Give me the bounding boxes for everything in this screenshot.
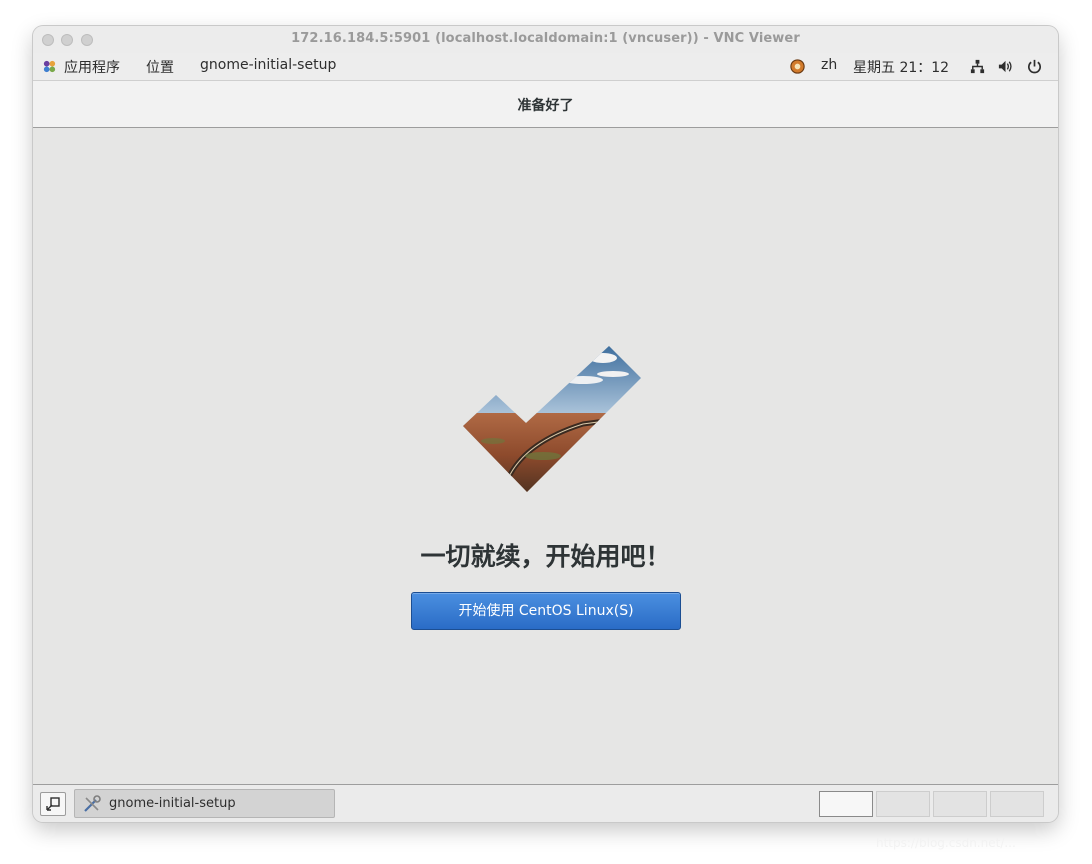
show-desktop-button[interactable] bbox=[40, 792, 66, 816]
start-using-button[interactable]: 开始使用 CentOS Linux(S) bbox=[411, 592, 681, 630]
bottom-panel: gnome-initial-setup bbox=[33, 784, 1058, 822]
window-titlebar[interactable]: 172.16.184.5:5901 (localhost.localdomain… bbox=[33, 26, 1058, 54]
taskbar-item-label: gnome-initial-setup bbox=[109, 796, 236, 811]
input-method-icon[interactable] bbox=[789, 58, 806, 75]
clock[interactable]: 星期五 21：12 bbox=[853, 57, 949, 77]
active-app-menu[interactable]: gnome-initial-setup bbox=[200, 57, 336, 73]
workspace-1[interactable] bbox=[819, 791, 873, 817]
applications-menu[interactable]: 应用程序 bbox=[64, 57, 120, 77]
input-method-label[interactable]: zh bbox=[821, 57, 837, 73]
workspace-4[interactable] bbox=[990, 791, 1044, 817]
gnome-apps-icon bbox=[43, 60, 56, 73]
vnc-viewer-window: 172.16.184.5:5901 (localhost.localdomain… bbox=[33, 26, 1058, 822]
places-menu[interactable]: 位置 bbox=[146, 57, 174, 77]
page-title: 准备好了 bbox=[517, 98, 574, 114]
show-desktop-icon bbox=[46, 797, 60, 811]
taskbar-item-gnome-initial-setup[interactable]: gnome-initial-setup bbox=[74, 789, 335, 818]
window-title: 172.16.184.5:5901 (localhost.localdomain… bbox=[291, 31, 800, 46]
volume-icon[interactable] bbox=[997, 58, 1014, 75]
checkmark-illustration bbox=[463, 346, 641, 492]
watermark: https://blog.csdn.net/... bbox=[876, 836, 1016, 850]
gnome-top-bar: 应用程序 位置 gnome-initial-setup zh 星期五 21：12 bbox=[33, 53, 1058, 81]
network-icon[interactable] bbox=[969, 58, 986, 75]
tools-icon bbox=[84, 795, 101, 812]
workspace-3[interactable] bbox=[933, 791, 987, 817]
setup-content: 一切就续，开始用吧！ 开始使用 CentOS Linux(S) bbox=[33, 128, 1058, 784]
setup-header-bar: 准备好了 bbox=[33, 81, 1058, 128]
workspace-2[interactable] bbox=[876, 791, 930, 817]
ready-heading: 一切就续，开始用吧！ bbox=[420, 542, 671, 571]
power-icon[interactable] bbox=[1026, 58, 1043, 75]
